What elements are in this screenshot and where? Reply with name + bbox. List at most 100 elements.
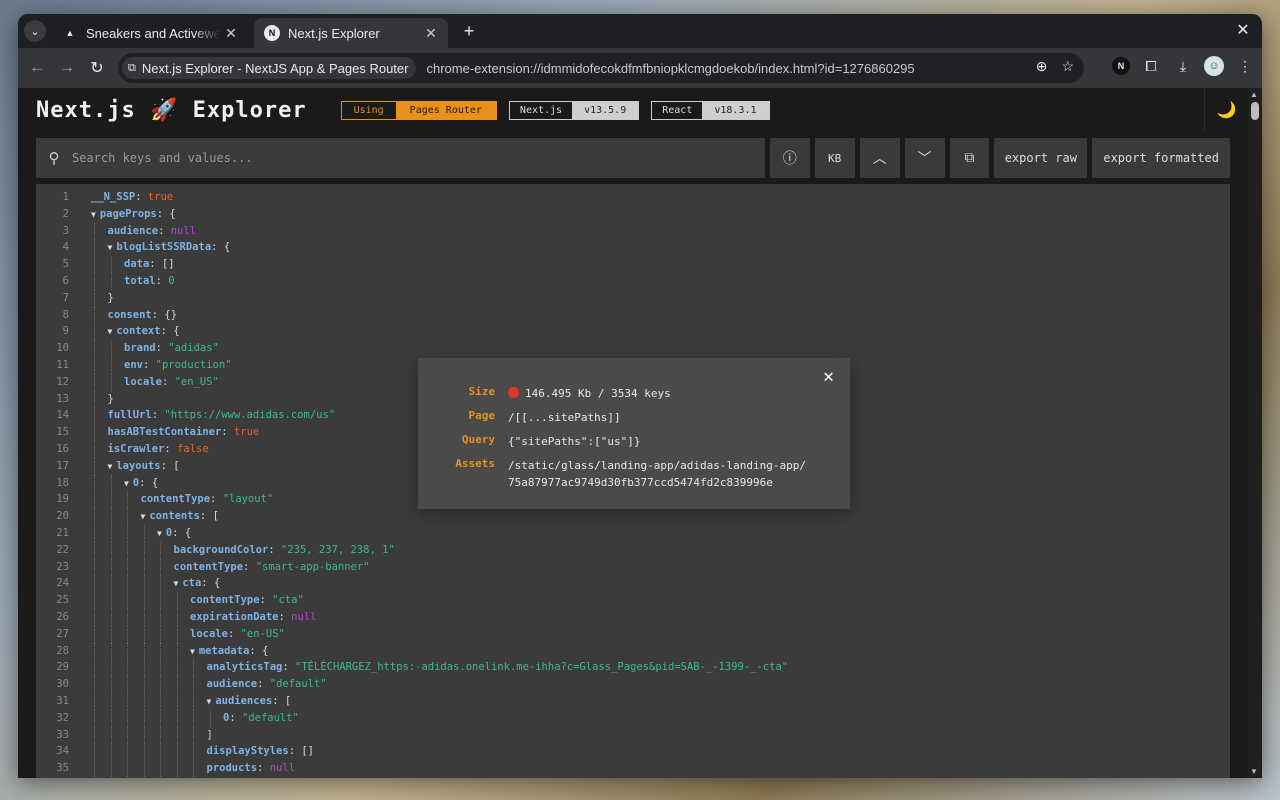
tab-nextjs-explorer[interactable]: N Next.js Explorer ✕ [254,18,448,48]
json-key[interactable]: locale [190,628,228,640]
json-key[interactable]: locale [124,376,162,388]
address-bar[interactable]: ⧉ Next.js Explorer - NextJS App & Pages … [118,53,1084,83]
zoom-icon[interactable]: ⊕ [1036,58,1048,75]
forward-button[interactable]: → [52,59,82,77]
json-value[interactable]: true [234,426,259,438]
collapse-toggle-icon[interactable]: ▼ [141,512,146,521]
json-value[interactable]: null [171,225,196,237]
json-value[interactable]: [] [301,745,314,757]
scrollbar-thumb[interactable] [1251,102,1259,120]
json-key[interactable]: hasABTestContainer [108,426,222,438]
json-value[interactable]: { [152,477,158,489]
json-key[interactable]: brand [124,342,156,354]
download-icon[interactable]: ⤓ [1172,58,1194,75]
json-key[interactable]: audiences [215,695,272,707]
collapse-toggle-icon[interactable]: ▼ [124,479,129,488]
json-value[interactable]: "smart-app-banner" [256,561,370,573]
json-key[interactable]: env [124,359,143,371]
json-value[interactable]: false [177,443,209,455]
close-tab-icon[interactable]: ✕ [220,25,242,42]
extension-origin-chip[interactable]: ⧉ Next.js Explorer - NextJS App & Pages … [122,57,417,79]
json-value[interactable]: { [224,241,230,253]
json-key[interactable]: layouts [116,460,160,472]
json-key[interactable]: expirationDate [190,611,279,623]
json-value[interactable]: "TÉLÉCHARGEZ_https:-adidas.onelink.me-ih… [295,661,788,673]
window-close-button[interactable]: ✕ [1232,20,1254,40]
json-value[interactable]: [ [285,695,291,707]
json-key[interactable]: contentType [174,561,244,573]
extensions-puzzle-icon[interactable]: ⧠ [1140,58,1162,75]
json-value[interactable]: } [108,393,114,405]
json-value[interactable]: { [169,208,175,220]
collapse-toggle-icon[interactable]: ▼ [157,529,162,538]
json-value[interactable]: "235, 237, 238, 1" [281,544,395,556]
json-value[interactable]: "default" [242,712,299,724]
json-value[interactable]: ] [207,729,213,741]
json-value[interactable]: { [214,577,220,589]
tab-sneakers[interactable]: ▲ Sneakers and Activewear ✕ [52,18,248,48]
json-key[interactable]: pageProps [100,208,157,220]
collapse-toggle-icon[interactable]: ▼ [91,210,96,219]
json-key[interactable]: products [207,762,258,774]
collapse-toggle-icon[interactable]: ▼ [108,243,113,252]
json-key[interactable]: audience [207,678,258,690]
json-key[interactable]: contents [149,510,200,522]
json-value[interactable]: "production" [156,359,232,371]
json-value[interactable]: "en_US" [175,376,219,388]
export-formatted-button[interactable]: export formatted [1092,138,1231,178]
new-tab-button[interactable]: + [458,21,480,42]
json-value[interactable]: null [291,611,316,623]
collapse-toggle-icon[interactable]: ▼ [108,462,113,471]
json-key[interactable]: metadata [199,645,250,657]
profile-avatar[interactable]: ☺ [1204,56,1224,76]
collapse-toggle-icon[interactable]: ▼ [108,327,113,336]
close-icon[interactable]: ✕ [823,366,834,387]
json-key[interactable]: displayStyles [207,745,289,757]
json-value[interactable]: } [108,292,114,304]
json-key[interactable]: blogListSSRData [116,241,211,253]
back-button[interactable]: ← [22,59,52,77]
json-key[interactable]: total [124,275,156,287]
search-input[interactable]: ⚲ Search keys and values... [36,138,765,178]
json-value[interactable]: "default" [270,678,327,690]
json-key[interactable]: context [116,325,160,337]
browser-menu-icon[interactable]: ⋮ [1234,58,1256,75]
json-value[interactable]: [ [213,510,219,522]
json-key[interactable]: contentType [190,594,260,606]
collapse-up-button[interactable]: ︿ [859,138,900,178]
json-key[interactable]: analyticsTag [207,661,283,673]
info-button[interactable]: ⓘ [769,138,810,178]
json-key[interactable]: audience [108,225,159,237]
json-value[interactable]: "en-US" [241,628,285,640]
json-value[interactable]: "cta" [272,594,304,606]
json-value[interactable]: { [185,527,191,539]
json-value[interactable]: true [148,191,173,203]
json-value[interactable]: null [270,762,295,774]
json-value[interactable]: 0 [168,275,174,287]
json-value[interactable]: "adidas" [168,342,219,354]
dark-mode-toggle[interactable]: 🌙 [1204,88,1248,132]
json-value[interactable]: [] [162,258,175,270]
expand-down-button[interactable]: ﹀ [904,138,945,178]
tab-search-button[interactable]: ⌄ [24,20,46,42]
json-key[interactable]: fullUrl [108,409,152,421]
kb-button[interactable]: KB [814,138,855,178]
collapse-toggle-icon[interactable]: ▼ [174,579,179,588]
collapse-toggle-icon[interactable]: ▼ [190,647,195,656]
url-text[interactable]: chrome-extension://idmmidofecokdfmfbniop… [426,61,914,76]
json-key[interactable]: backgroundColor [174,544,269,556]
nextjs-extension-icon[interactable]: N [1112,57,1130,75]
collapse-toggle-icon[interactable]: ▼ [207,697,212,706]
json-value[interactable]: { [262,645,268,657]
json-value[interactable]: [ [173,460,179,472]
json-key[interactable]: data [124,258,149,270]
json-value[interactable]: "layout" [223,493,274,505]
bookmark-star-icon[interactable]: ☆ [1061,58,1074,75]
reload-button[interactable]: ↻ [82,58,112,78]
page-scrollbar[interactable]: ▲ ▼ [1248,88,1262,778]
json-value[interactable]: { [173,325,179,337]
json-key[interactable]: __N_SSP [91,191,135,203]
json-key[interactable]: contentType [141,493,211,505]
json-key[interactable]: consent [108,309,152,321]
close-tab-icon[interactable]: ✕ [420,25,442,42]
